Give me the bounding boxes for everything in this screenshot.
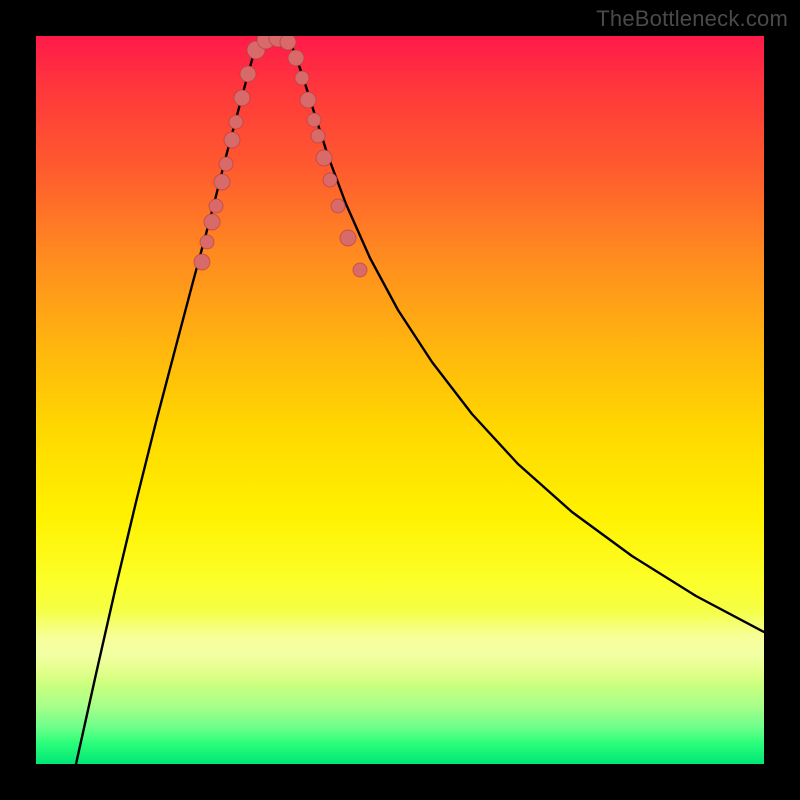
data-dot: [316, 150, 332, 166]
data-dot: [224, 132, 240, 148]
bottleneck-curve: [76, 36, 764, 764]
data-dot: [295, 71, 309, 85]
chart-frame: TheBottleneck.com: [0, 0, 800, 800]
watermark-text: TheBottleneck.com: [596, 6, 788, 32]
data-dot: [240, 66, 256, 82]
data-dots: [194, 36, 367, 277]
data-dot: [300, 92, 316, 108]
chart-svg: [36, 36, 764, 764]
plot-area: [36, 36, 764, 764]
data-dot: [234, 90, 250, 106]
data-dot: [209, 199, 223, 213]
data-dot: [200, 235, 214, 249]
data-dot: [204, 214, 220, 230]
data-dot: [307, 113, 321, 127]
data-dot: [219, 157, 233, 171]
data-dot: [229, 115, 243, 129]
data-dot: [353, 263, 367, 277]
data-dot: [340, 230, 356, 246]
data-dot: [323, 173, 337, 187]
data-dot: [331, 199, 345, 213]
data-dot: [311, 129, 325, 143]
data-dot: [194, 254, 210, 270]
data-dot: [288, 50, 304, 66]
data-dot: [280, 36, 296, 50]
data-dot: [214, 174, 230, 190]
